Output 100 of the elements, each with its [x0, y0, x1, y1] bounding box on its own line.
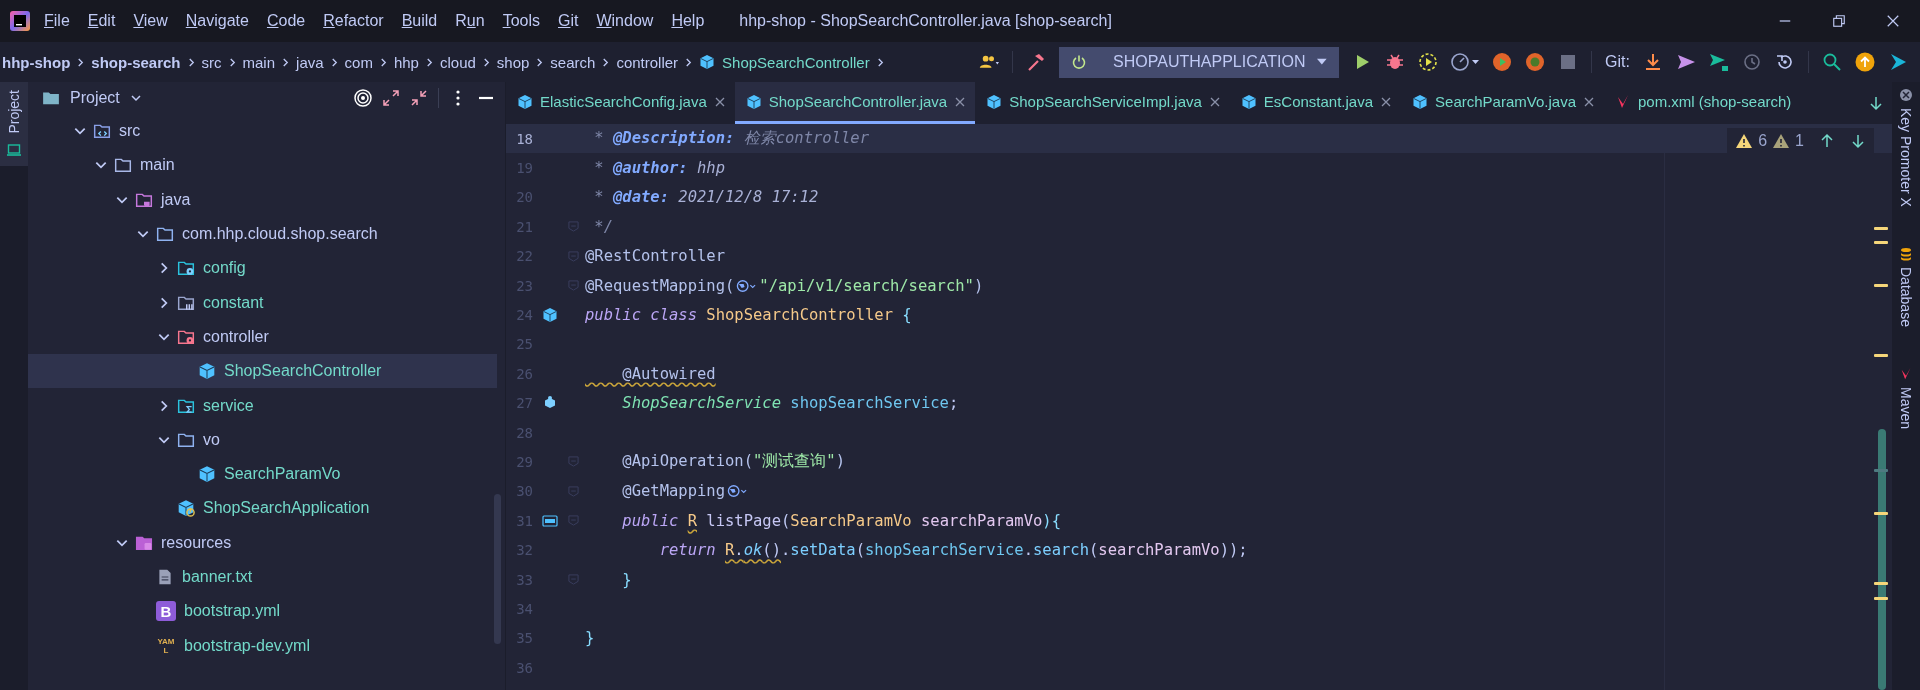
- line-number: 26: [515, 365, 533, 382]
- chevron-icon: [282, 56, 290, 68]
- history-icon[interactable]: [1742, 52, 1762, 72]
- arrow-down-icon[interactable]: [1868, 95, 1884, 111]
- close-icon[interactable]: [1380, 95, 1393, 108]
- chevron-icon: [77, 56, 85, 68]
- update-icon[interactable]: [1855, 52, 1875, 72]
- hammer-icon[interactable]: [1026, 52, 1047, 72]
- chevron-down-icon[interactable]: [129, 92, 142, 104]
- menu-item[interactable]: Run: [455, 12, 485, 30]
- breadcrumb-item[interactable]: controller: [616, 53, 679, 71]
- editor-tab[interactable]: ShopSearchServiceImpl.java: [975, 82, 1230, 124]
- breadcrumb-item[interactable]: hhp: [393, 53, 419, 71]
- menu-item[interactable]: Navigate: [185, 12, 249, 30]
- arrow-down-icon[interactable]: [1850, 133, 1866, 149]
- fold-marker-icon[interactable]: [568, 515, 579, 527]
- tree-item[interactable]: java: [28, 182, 497, 217]
- api-icon[interactable]: [542, 512, 558, 529]
- menu-item[interactable]: Code: [266, 12, 306, 30]
- breadcrumb-item[interactable]: ShopSearchController: [722, 53, 870, 71]
- menu-item[interactable]: Edit: [87, 12, 116, 30]
- menu-item[interactable]: Window: [596, 12, 654, 30]
- menu-item[interactable]: View: [133, 12, 168, 30]
- play-circle-icon[interactable]: [1492, 52, 1513, 72]
- editor-tab[interactable]: SearchParamVo.java: [1401, 82, 1604, 124]
- breadcrumb-item[interactable]: hhp-shop: [2, 53, 71, 71]
- rollback-icon[interactable]: [1775, 52, 1795, 72]
- chevron-icon: [602, 56, 610, 68]
- breadcrumb-item[interactable]: cloud: [439, 53, 476, 71]
- line-number: 30: [515, 483, 533, 500]
- tree-item[interactable]: com.hhp.cloud.shop.search: [28, 216, 497, 252]
- tree-item[interactable]: vo: [28, 422, 497, 457]
- code-text: public class ShopSearchController {: [585, 306, 912, 325]
- search-icon[interactable]: [1822, 52, 1842, 72]
- tree-item[interactable]: YAML bootstrap-dev.yml: [28, 628, 497, 663]
- panel-title[interactable]: Project: [70, 89, 120, 107]
- inspection-widget[interactable]: 6 1: [1727, 128, 1874, 154]
- close-icon[interactable]: [1886, 14, 1900, 28]
- tree-item[interactable]: src: [28, 114, 497, 149]
- editor-tab[interactable]: EsConstant.java: [1229, 82, 1402, 124]
- target-icon[interactable]: [354, 89, 372, 107]
- fold-marker-icon[interactable]: [568, 250, 579, 262]
- tree-item[interactable]: controller: [28, 319, 497, 355]
- menu-item[interactable]: Refactor: [323, 12, 384, 30]
- send-lock-icon[interactable]: [1709, 52, 1729, 72]
- menu-item[interactable]: Help: [671, 12, 705, 30]
- editor-tab[interactable]: ShopSearchController.java: [734, 82, 976, 124]
- tree-item[interactable]: ShopSearchApplication: [28, 491, 497, 526]
- fold-marker-icon[interactable]: [568, 574, 579, 586]
- close-icon[interactable]: [1208, 95, 1221, 108]
- tree-item[interactable]: B bootstrap.yml: [28, 594, 497, 629]
- ide-logo-icon[interactable]: [1888, 52, 1908, 72]
- close-icon[interactable]: [1583, 95, 1595, 108]
- breadcrumb-item[interactable]: com: [344, 53, 373, 71]
- close-icon[interactable]: [713, 95, 726, 108]
- send-icon[interactable]: [1676, 52, 1696, 72]
- gauge-icon[interactable]: [1451, 52, 1480, 72]
- coverage-icon[interactable]: [1418, 52, 1439, 72]
- menu-item[interactable]: Git: [558, 12, 579, 30]
- code-text: @ApiOperation("测试查询"): [621, 451, 845, 473]
- tree-item[interactable]: config: [28, 251, 497, 286]
- fold-marker-icon[interactable]: [568, 485, 579, 497]
- breadcrumb-item[interactable]: shop: [496, 53, 530, 71]
- fold-marker-icon[interactable]: [568, 456, 579, 468]
- menu-item[interactable]: File: [44, 12, 70, 30]
- restore-icon[interactable]: [1832, 14, 1846, 28]
- tree-item[interactable]: resources: [28, 525, 497, 560]
- tree-item[interactable]: ShopSearchController: [28, 354, 497, 389]
- tool-window-tab[interactable]: Maven: [1898, 366, 1914, 429]
- scrollbar-thumb[interactable]: [1878, 429, 1886, 690]
- globe-icon[interactable]: [736, 278, 758, 293]
- code-text: @RestController: [585, 247, 725, 266]
- download-arrow-icon[interactable]: [1643, 52, 1663, 72]
- fold-marker-icon[interactable]: [568, 221, 579, 233]
- tree-item[interactable]: SearchParamVo: [28, 456, 497, 492]
- tree-item[interactable]: main: [28, 148, 497, 183]
- breadcrumb-item[interactable]: search: [550, 53, 596, 71]
- editor-tab[interactable]: ElasticSearchConfig.java: [506, 82, 735, 124]
- tool-window-tab[interactable]: Project: [0, 82, 28, 166]
- breadcrumb-item[interactable]: shop-search: [91, 53, 181, 71]
- cube-icon[interactable]: [542, 307, 558, 324]
- editor-tab[interactable]: pom.xml (shop-search): [1604, 82, 1801, 124]
- expand-icon[interactable]: [382, 89, 400, 107]
- tree-item[interactable]: constant: [28, 285, 497, 320]
- breadcrumb-item[interactable]: java: [296, 53, 324, 71]
- collapse-icon[interactable]: [410, 89, 428, 107]
- run-configuration-dropdown[interactable]: SHOPAUTHAPPLICATION: [1059, 46, 1340, 78]
- arrow-up-icon[interactable]: [1819, 133, 1835, 149]
- globe-icon[interactable]: [727, 484, 748, 499]
- menu-item[interactable]: Tools: [502, 12, 540, 30]
- breadcrumb-item[interactable]: src: [201, 53, 222, 71]
- tree-item[interactable]: service: [28, 388, 497, 423]
- scrollbar-thumb[interactable]: [494, 494, 501, 644]
- breadcrumb-item[interactable]: main: [242, 53, 276, 71]
- menu-item[interactable]: Build: [401, 12, 438, 30]
- fold-marker-icon[interactable]: [568, 280, 579, 292]
- tree-item[interactable]: banner.txt: [28, 559, 497, 595]
- tool-window-tab[interactable]: Key Promoter X: [1898, 88, 1914, 207]
- bug-icon[interactable]: [1385, 52, 1406, 72]
- tool-window-tab[interactable]: Database: [1898, 246, 1914, 327]
